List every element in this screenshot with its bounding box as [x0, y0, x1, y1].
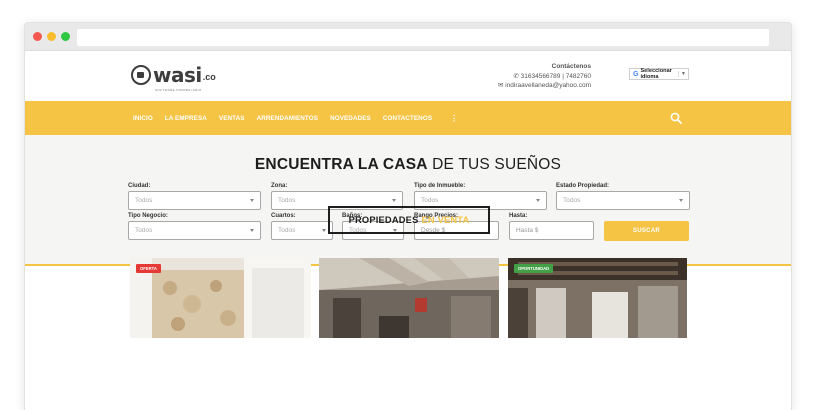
- more-menu-icon[interactable]: ⋮: [450, 114, 458, 123]
- google-icon: G: [633, 70, 639, 78]
- tipo-inmueble-select-value: Todos: [421, 197, 439, 204]
- tipo-inmueble-label: Tipo de Inmueble:: [414, 183, 466, 189]
- opportunity-badge: OPORTUNIDAD: [514, 264, 554, 273]
- hero-title-bold: ENCUENTRA LA CASA: [254, 156, 428, 173]
- nav-item-la-empresa[interactable]: LA EMPRESA: [165, 115, 207, 122]
- chevron-down-icon: ▼: [678, 71, 688, 77]
- estado-propiedad-select-value: Todos: [563, 197, 581, 204]
- maximize-window-dot[interactable]: [61, 32, 70, 41]
- hasta-label: Hasta:: [509, 213, 528, 219]
- section-title-main: PROPIEDADES: [348, 215, 419, 225]
- property-card[interactable]: [319, 258, 499, 338]
- site-header: wasi .co SOFTWARE INMOBILIARIO Contácten…: [25, 51, 791, 101]
- main-nav: INICIO LA EMPRESA VENTAS ARRENDAMIENTOS …: [25, 101, 791, 135]
- chevron-down-icon: [392, 199, 396, 202]
- envelope-icon: ✉: [497, 82, 504, 89]
- close-window-dot[interactable]: [33, 32, 42, 41]
- zona-select-value: Todos: [278, 197, 296, 204]
- section-title: PROPIEDADES EN VENTA: [328, 206, 490, 234]
- logo-text: wasi: [153, 63, 202, 87]
- search-hero: ENCUENTRA LA CASA DE TUS SUEÑOS Ciudad: …: [25, 135, 791, 266]
- chevron-down-icon: [250, 229, 254, 232]
- nav-item-ventas[interactable]: VENTAS: [219, 115, 245, 122]
- search-icon[interactable]: [670, 112, 682, 124]
- ciudad-select-value: Todos: [135, 197, 153, 204]
- ciudad-label: Ciudad:: [128, 183, 151, 189]
- cuartos-label: Cuartos:: [271, 213, 296, 219]
- tipo-negocio-select[interactable]: Todos: [128, 221, 261, 240]
- estado-propiedad-select[interactable]: Todos: [556, 191, 690, 210]
- minimize-window-dot[interactable]: [47, 32, 56, 41]
- search-submit-button[interactable]: SUSCAR: [604, 221, 689, 241]
- site-logo[interactable]: wasi .co SOFTWARE INMOBILIARIO: [131, 63, 216, 92]
- chevron-down-icon: [679, 199, 683, 202]
- hero-title: ENCUENTRA LA CASA DE TUS SUEÑOS: [25, 156, 791, 174]
- contact-block: Contáctenos ✆ 31634566789 | 7482760 ✉ in…: [498, 62, 591, 91]
- tipo-negocio-label: Tipo Negocio:: [128, 213, 168, 219]
- logo-tagline: SOFTWARE INMOBILIARIO: [155, 88, 202, 92]
- browser-chrome: [25, 23, 791, 51]
- phone-icon: ✆: [513, 72, 519, 80]
- contact-email[interactable]: ✉ indiraavellaneda@yahoo.com: [498, 81, 591, 91]
- section-title-accent: EN VENTA: [421, 215, 470, 225]
- logo-suffix: .co: [202, 72, 216, 82]
- property-photo: [319, 258, 499, 338]
- contact-phones: ✆ 31634566789 | 7482760: [498, 72, 591, 82]
- price-to-placeholder: Hasta $: [516, 227, 539, 234]
- nav-item-contactenos[interactable]: CONTACTENOS: [383, 115, 432, 122]
- hero-title-rest: DE TUS SUEÑOS: [432, 156, 562, 173]
- ciudad-select[interactable]: Todos: [128, 191, 261, 210]
- email-address: indiraavellaneda@yahoo.com: [505, 82, 591, 89]
- chevron-down-icon: [536, 199, 540, 202]
- nav-item-arrendamientos[interactable]: ARRENDAMIENTOS: [257, 115, 318, 122]
- contact-title: Contáctenos: [551, 63, 591, 70]
- address-bar[interactable]: [77, 29, 769, 46]
- web-page: wasi .co SOFTWARE INMOBILIARIO Contácten…: [25, 51, 791, 410]
- browser-window: wasi .co SOFTWARE INMOBILIARIO Contácten…: [24, 22, 792, 410]
- language-selector-label: Seleccionar idioma: [640, 68, 672, 80]
- cuartos-select[interactable]: Todos: [271, 221, 333, 240]
- phone-numbers: 31634566789 | 7482760: [520, 72, 591, 80]
- property-card[interactable]: OPORTUNIDAD: [508, 258, 687, 338]
- nav-item-inicio[interactable]: INICIO: [133, 115, 153, 122]
- logo-house-icon: [131, 65, 151, 85]
- cuartos-select-value: Todos: [278, 227, 296, 234]
- chevron-down-icon: [322, 229, 326, 232]
- offer-badge: OFERTA: [136, 264, 161, 273]
- nav-item-novedades[interactable]: NOVEDADES: [330, 115, 371, 122]
- language-selector[interactable]: G Seleccionar idioma ▼: [629, 68, 689, 80]
- estado-propiedad-label: Estado Propiedad:: [556, 183, 610, 189]
- zona-label: Zona:: [271, 183, 288, 189]
- property-card[interactable]: OFERTA: [130, 258, 311, 338]
- price-to-input[interactable]: Hasta $: [509, 221, 594, 240]
- tipo-negocio-select-value: Todos: [135, 227, 153, 234]
- chevron-down-icon: [250, 199, 254, 202]
